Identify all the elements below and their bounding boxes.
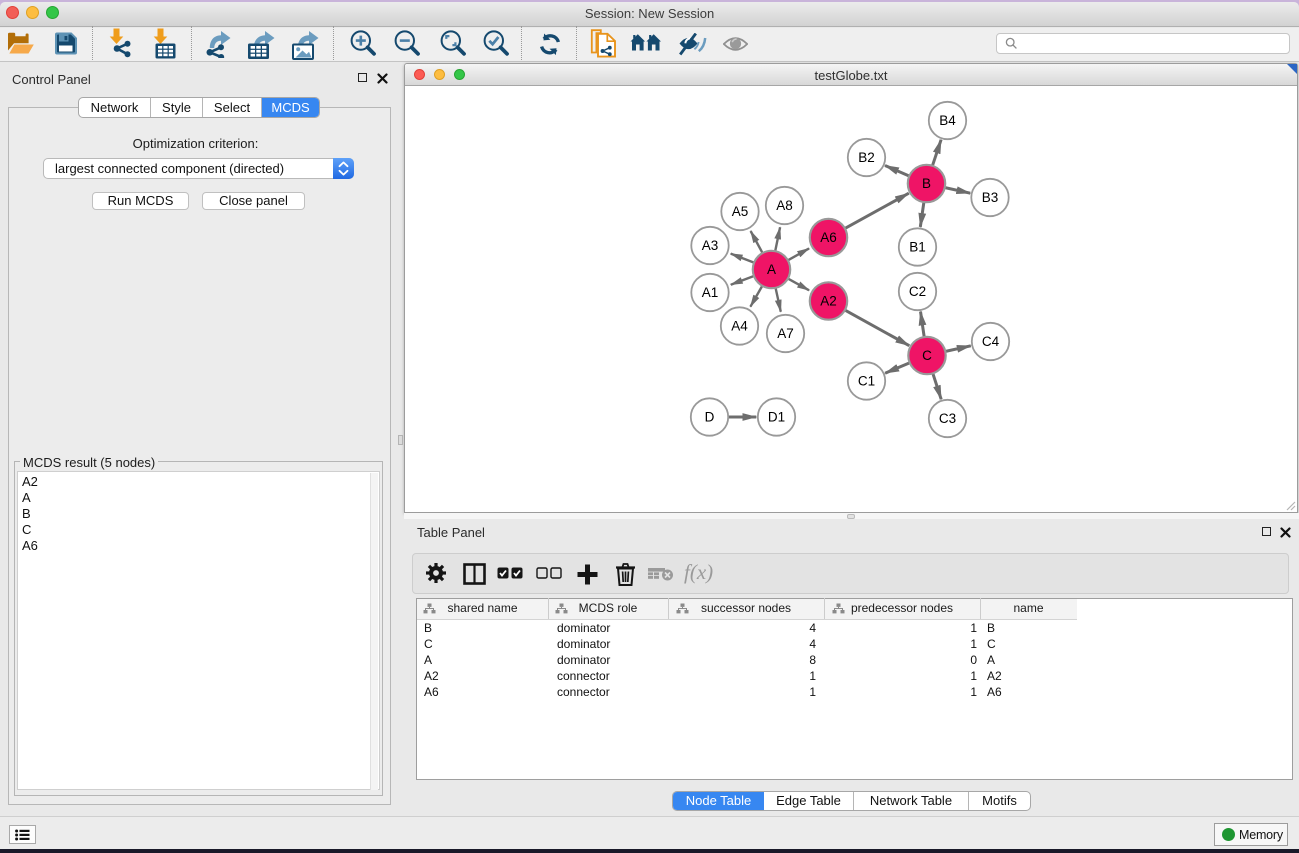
svg-text:A6: A6 (820, 230, 837, 245)
svg-text:A4: A4 (731, 319, 748, 334)
svg-text:C: C (922, 348, 932, 363)
svg-text:C2: C2 (909, 284, 926, 299)
svg-text:B: B (922, 176, 931, 191)
svg-text:A1: A1 (702, 285, 719, 300)
svg-text:A3: A3 (702, 238, 719, 253)
svg-text:D: D (705, 410, 715, 425)
svg-text:B4: B4 (939, 113, 956, 128)
svg-text:B1: B1 (909, 240, 926, 255)
svg-text:C3: C3 (939, 411, 956, 426)
svg-text:A2: A2 (820, 294, 837, 309)
svg-text:A7: A7 (777, 326, 794, 341)
svg-text:A: A (767, 262, 776, 277)
svg-text:A8: A8 (776, 198, 793, 213)
svg-text:D1: D1 (768, 410, 785, 425)
svg-text:A5: A5 (732, 204, 749, 219)
svg-text:B2: B2 (858, 150, 875, 165)
svg-text:C1: C1 (858, 374, 875, 389)
svg-text:B3: B3 (982, 190, 999, 205)
svg-text:C4: C4 (982, 334, 1000, 349)
